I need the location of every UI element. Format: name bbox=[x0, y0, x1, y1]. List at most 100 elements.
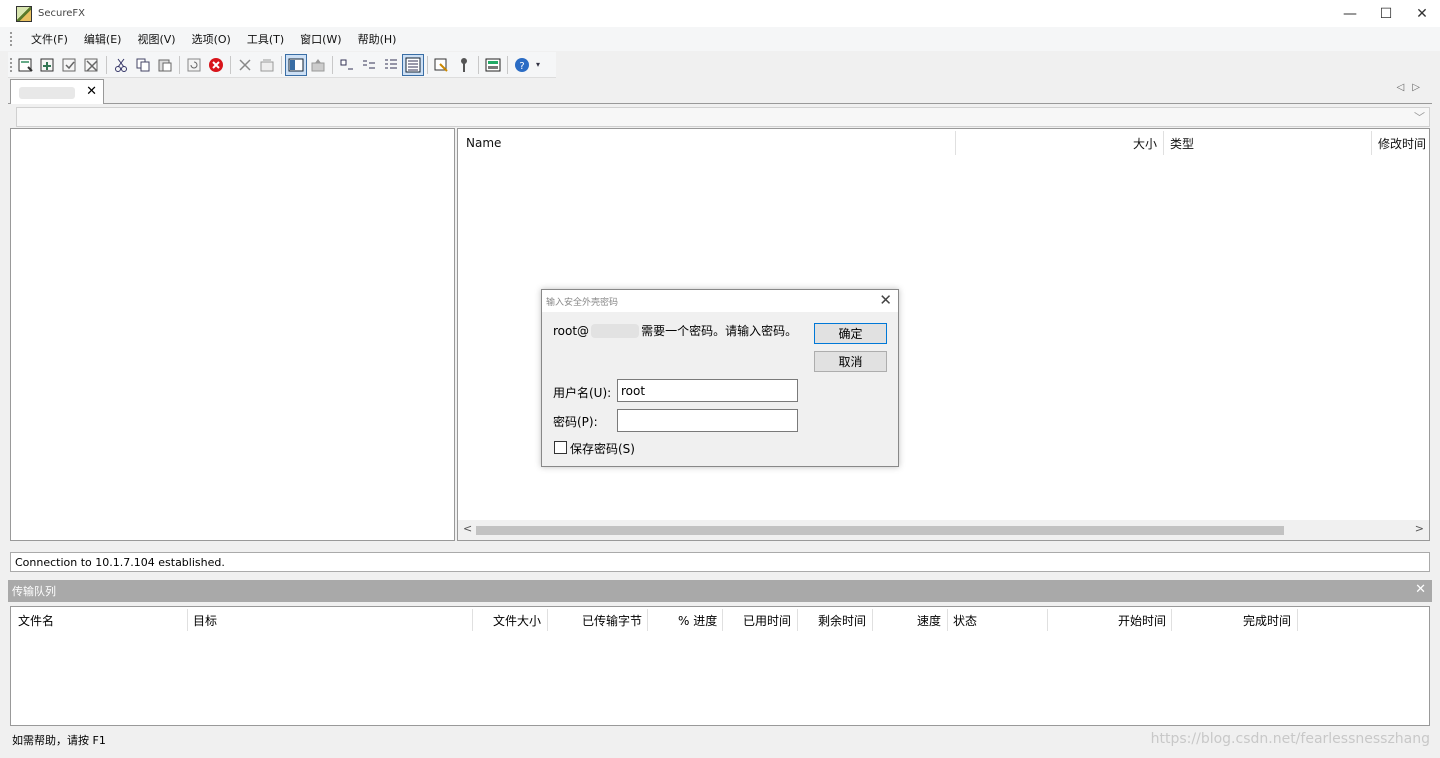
scroll-left-icon[interactable]: < bbox=[463, 522, 472, 535]
delete-icon[interactable] bbox=[234, 54, 256, 76]
column-separator[interactable] bbox=[547, 609, 548, 631]
queue-col-start-time[interactable]: 开始时间 bbox=[1118, 609, 1166, 631]
menu-view[interactable]: 视图(V) bbox=[129, 31, 183, 47]
toolbar-separator bbox=[332, 55, 333, 74]
title-bar: SecureFX — ☐ ✕ bbox=[0, 0, 1440, 27]
password-dialog: 输入安全外壳密码 ✕ root@ 需要一个密码。请输入密码。 确定 取消 用户名… bbox=[541, 289, 899, 467]
dialog-message-prefix: root@ bbox=[553, 323, 590, 338]
queue-col-transferred[interactable]: 已传输字节 bbox=[582, 609, 642, 631]
ok-button[interactable]: 确定 bbox=[814, 323, 887, 344]
column-separator[interactable] bbox=[797, 609, 798, 631]
connect-icon[interactable] bbox=[37, 54, 59, 76]
new-session-icon[interactable] bbox=[15, 54, 37, 76]
transfer-queue-list[interactable]: 文件名 目标 文件大小 已传输字节 % 进度 已用时间 剩余时间 速度 状态 开… bbox=[10, 606, 1430, 726]
toolbar-separator bbox=[507, 55, 508, 74]
menu-tools[interactable]: 工具(T) bbox=[239, 31, 292, 47]
address-bar[interactable]: ﹀ bbox=[16, 107, 1430, 127]
svg-text:?: ? bbox=[519, 61, 524, 72]
horizontal-scrollbar[interactable]: < > bbox=[458, 520, 1429, 540]
view-tree-icon[interactable] bbox=[285, 53, 307, 76]
username-input[interactable] bbox=[617, 379, 798, 402]
toolbar: ? ▾ bbox=[8, 52, 556, 78]
toolbar-separator bbox=[230, 55, 231, 74]
minimize-button[interactable]: — bbox=[1332, 0, 1368, 27]
column-separator[interactable] bbox=[1297, 609, 1298, 631]
column-separator[interactable] bbox=[472, 609, 473, 631]
column-header-type[interactable]: 类型 bbox=[1170, 132, 1194, 154]
save-password-label[interactable]: 保存密码(S) bbox=[570, 440, 635, 457]
connection-status-text: Connection to 10.1.7.104 established. bbox=[15, 555, 225, 569]
maximize-button[interactable]: ☐ bbox=[1368, 0, 1404, 27]
details-icon[interactable] bbox=[402, 53, 424, 76]
menu-edit[interactable]: 编辑(E) bbox=[76, 31, 130, 47]
menu-help[interactable]: 帮助(H) bbox=[350, 31, 405, 47]
close-button[interactable]: ✕ bbox=[1404, 0, 1440, 27]
column-separator[interactable] bbox=[955, 131, 956, 155]
column-header-modified[interactable]: 修改时间 bbox=[1378, 132, 1426, 154]
queue-col-remaining[interactable]: 剩余时间 bbox=[818, 609, 866, 631]
dialog-title-bar: 输入安全外壳密码 ✕ bbox=[542, 290, 898, 312]
status-help-text: 如需帮助，请按 F1 bbox=[12, 734, 106, 747]
quick-connect-icon[interactable] bbox=[59, 54, 81, 76]
scrollbar-thumb[interactable] bbox=[476, 526, 1284, 535]
username-label: 用户名(U): bbox=[553, 386, 612, 400]
paste-icon[interactable] bbox=[154, 54, 176, 76]
dialog-close-icon[interactable]: ✕ bbox=[879, 291, 892, 309]
column-separator[interactable] bbox=[1171, 609, 1172, 631]
queue-col-target[interactable]: 目标 bbox=[193, 609, 217, 631]
queue-col-filesize[interactable]: 文件大小 bbox=[493, 609, 541, 631]
scroll-right-icon[interactable]: > bbox=[1415, 522, 1424, 535]
menu-window[interactable]: 窗口(W) bbox=[292, 31, 349, 47]
menu-bar: 文件(F) 编辑(E) 视图(V) 选项(O) 工具(T) 窗口(W) 帮助(H… bbox=[0, 27, 1440, 51]
column-separator[interactable] bbox=[1371, 131, 1372, 155]
window-title: SecureFX bbox=[38, 8, 85, 19]
list-icon[interactable] bbox=[380, 54, 402, 76]
large-icons-icon[interactable] bbox=[336, 54, 358, 76]
small-icons-icon[interactable] bbox=[358, 54, 380, 76]
copy-icon[interactable] bbox=[132, 54, 154, 76]
tools-icon[interactable] bbox=[482, 54, 504, 76]
tab-close-icon[interactable]: ✕ bbox=[86, 84, 97, 99]
column-header-name[interactable]: Name bbox=[466, 132, 501, 154]
menu-file[interactable]: 文件(F) bbox=[23, 31, 76, 47]
session-tab[interactable]: ✕ bbox=[10, 79, 104, 104]
queue-col-status[interactable]: 状态 bbox=[953, 609, 977, 631]
refresh-icon[interactable] bbox=[183, 54, 205, 76]
column-separator[interactable] bbox=[647, 609, 648, 631]
sync-icon[interactable] bbox=[431, 54, 453, 76]
save-password-checkbox[interactable] bbox=[554, 441, 567, 454]
column-separator[interactable] bbox=[872, 609, 873, 631]
toolbar-separator bbox=[106, 55, 107, 74]
column-separator[interactable] bbox=[1047, 609, 1048, 631]
tab-scroll-arrows[interactable]: ◁▷ bbox=[1397, 82, 1428, 93]
queue-close-icon[interactable]: ✕ bbox=[1415, 582, 1426, 597]
cancel-button[interactable]: 取消 bbox=[814, 351, 887, 372]
column-separator[interactable] bbox=[1163, 131, 1164, 155]
key-icon[interactable] bbox=[453, 54, 475, 76]
queue-col-elapsed[interactable]: 已用时间 bbox=[743, 609, 791, 631]
toolbar-grip[interactable] bbox=[10, 57, 13, 72]
menu-grip[interactable] bbox=[10, 32, 13, 46]
up-folder-icon[interactable] bbox=[307, 54, 329, 76]
chevron-down-icon[interactable]: ﹀ bbox=[1414, 109, 1425, 125]
disconnect-icon[interactable] bbox=[81, 54, 103, 76]
queue-col-filename[interactable]: 文件名 bbox=[18, 609, 54, 631]
column-separator[interactable] bbox=[187, 609, 188, 631]
cut-icon[interactable] bbox=[110, 54, 132, 76]
toolbar-overflow-icon[interactable]: ▾ bbox=[533, 54, 543, 76]
help-icon[interactable]: ? bbox=[511, 54, 533, 76]
password-input[interactable] bbox=[617, 409, 798, 432]
column-header-size[interactable]: 大小 bbox=[1133, 132, 1157, 154]
host-redacted bbox=[591, 323, 640, 338]
session-tab-label-redacted bbox=[19, 87, 75, 99]
column-separator[interactable] bbox=[947, 609, 948, 631]
queue-col-progress[interactable]: % 进度 bbox=[678, 609, 717, 631]
watermark-text: https://blog.csdn.net/fearlessnesszhang bbox=[1150, 731, 1430, 747]
properties-icon[interactable] bbox=[256, 54, 278, 76]
folder-tree-pane[interactable] bbox=[10, 128, 455, 541]
column-separator[interactable] bbox=[722, 609, 723, 631]
queue-col-finish-time[interactable]: 完成时间 bbox=[1243, 609, 1291, 631]
menu-options[interactable]: 选项(O) bbox=[184, 31, 239, 47]
queue-col-speed[interactable]: 速度 bbox=[917, 609, 941, 631]
stop-icon[interactable] bbox=[205, 54, 227, 76]
